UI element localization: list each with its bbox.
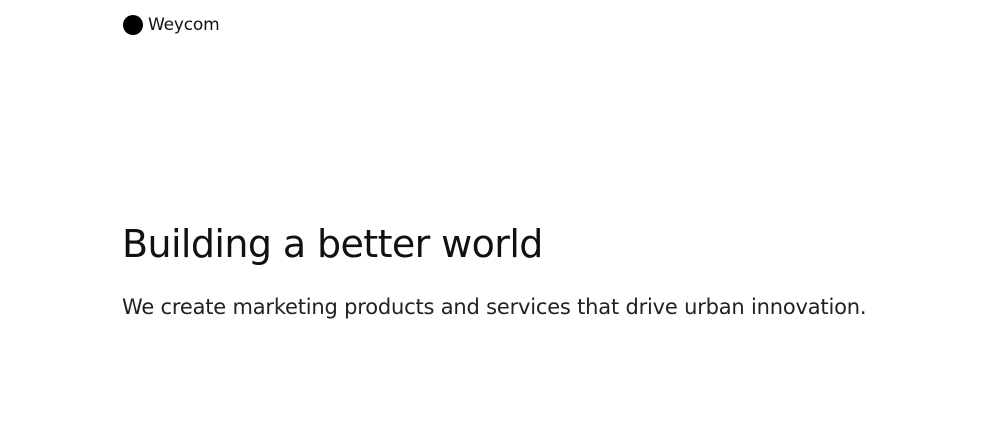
brand-name: Weycom — [148, 15, 220, 35]
site-header: Weycom — [123, 13, 220, 37]
hero-title: Building a better world — [122, 222, 543, 266]
hero-section: Building a better world We create market… — [122, 220, 962, 322]
brand-logo-link[interactable]: Weycom — [123, 13, 220, 37]
hero-subtitle: We create marketing products and service… — [122, 295, 867, 319]
logo-circle-icon — [123, 15, 143, 35]
page: Weycom Building a better world We create… — [0, 0, 1000, 423]
